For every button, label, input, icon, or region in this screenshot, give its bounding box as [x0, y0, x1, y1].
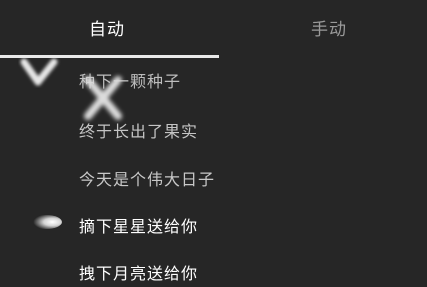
tab-auto[interactable]: 自动: [89, 15, 125, 40]
glow-dot-icon: [30, 215, 62, 229]
lyric-line: 摘下星星送给你: [79, 217, 199, 236]
sparkle-v-icon: [20, 58, 58, 86]
lyric-line: 终于长出了果实: [79, 122, 199, 141]
lyric-line: 种下一颗种子: [79, 72, 182, 91]
lyric-line: 拽下月亮送给你: [79, 264, 199, 283]
lyric-line: 今天是个伟大日子: [79, 170, 216, 189]
tab-manual[interactable]: 手动: [311, 15, 347, 40]
active-tab-indicator: [0, 55, 219, 58]
lyrics-screen: 自动 手动 种下一颗种子 终于长出了果实 今天是个伟大日子 摘下星星送给你 拽下…: [0, 0, 427, 287]
